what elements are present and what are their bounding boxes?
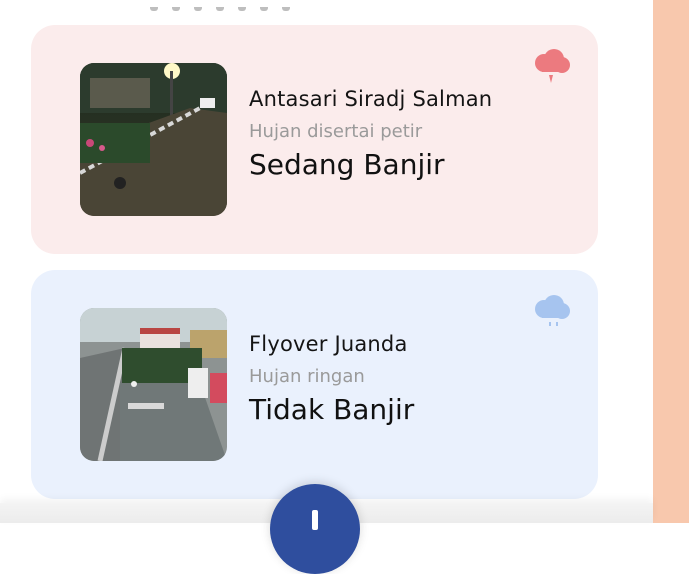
flood-status: Sedang Banjir <box>249 148 445 181</box>
weather-description: Hujan ringan <box>249 366 365 387</box>
location-info: Flyover Juanda Hujan ringan Tidak Banjir <box>249 332 414 426</box>
location-name: Antasari Siradj Salman <box>249 87 493 111</box>
flood-status: Tidak Banjir <box>249 393 415 426</box>
plus-icon <box>312 510 318 530</box>
storm-cloud-icon <box>535 49 570 83</box>
top-clipped-text <box>150 0 330 11</box>
location-card-antasari[interactable]: Antasari Siradj Salman Hujan disertai pe… <box>31 25 598 254</box>
location-name: Flyover Juanda <box>249 332 408 356</box>
location-card-juanda[interactable]: Flyover Juanda Hujan ringan Tidak Banjir <box>31 270 598 499</box>
add-button[interactable] <box>270 484 360 574</box>
location-info: Antasari Siradj Salman Hujan disertai pe… <box>249 87 492 181</box>
rain-cloud-icon <box>535 295 570 326</box>
weather-description: Hujan disertai petir <box>249 121 423 142</box>
location-photo <box>80 308 227 461</box>
location-photo <box>80 63 227 216</box>
side-panel <box>653 0 689 523</box>
